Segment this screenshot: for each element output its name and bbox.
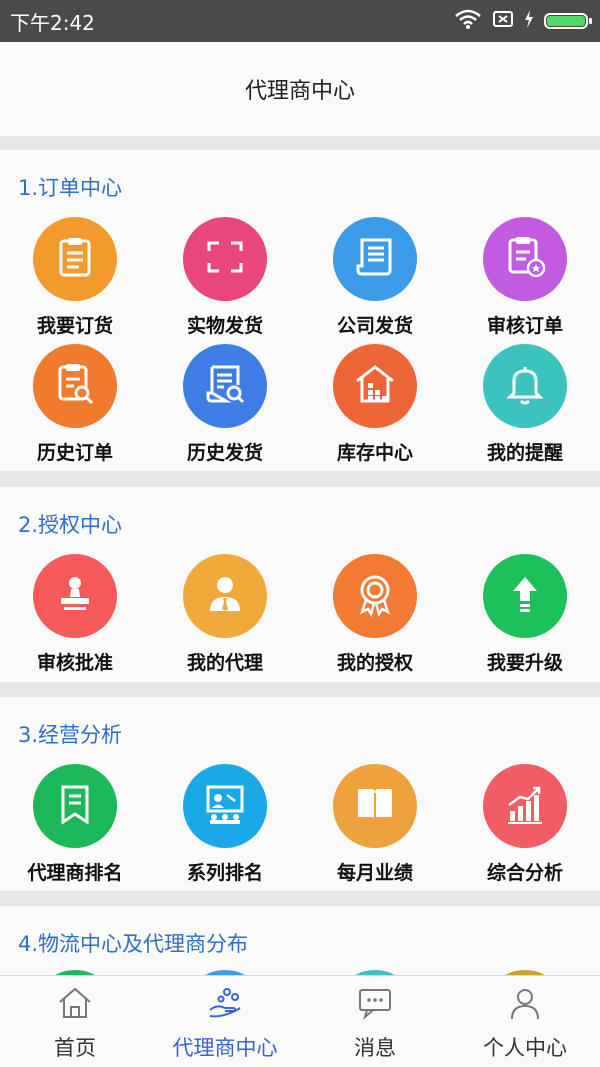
agent-ranking-circle	[33, 764, 117, 848]
order-goods-button[interactable]: 我要订货	[0, 217, 150, 338]
tab-home[interactable]: 首页	[0, 976, 150, 1067]
bar-chart-rise-icon	[502, 781, 548, 831]
company-shipment-circle	[333, 217, 417, 301]
upgrade-button[interactable]: 我要升级	[450, 554, 600, 675]
inventory-center-button[interactable]: 库存中心	[300, 344, 450, 465]
clipboard-icon	[53, 235, 97, 283]
comprehensive-analysis-button[interactable]: 综合分析	[450, 764, 600, 885]
item-label: 代理商排名	[27, 862, 123, 884]
status-bar: 下午2:42	[0, 0, 600, 42]
tab-profile[interactable]: 个人中心	[450, 976, 600, 1067]
item-label: 审核批准	[36, 652, 113, 674]
bottom-tab-bar: 首页 代理商中心 消息 个人中心	[0, 975, 600, 1067]
tab-label: 首页	[54, 1036, 96, 1060]
comprehensive-analysis-circle	[483, 764, 567, 848]
my-authorization-circle	[333, 554, 417, 638]
section-title: 3.经营分析	[18, 723, 123, 747]
review-approve-button[interactable]: 审核批准	[0, 554, 150, 675]
my-reminder-circle	[483, 344, 567, 428]
section-order-center: 1.订单中心 我要订货 实物发货 公司发货 审核订单 历史订单 历史发货 库存中…	[0, 150, 600, 471]
my-authorization-button[interactable]: 我的授权	[300, 554, 450, 675]
item-label: 我要订货	[36, 315, 113, 337]
section-title: 1.订单中心	[18, 176, 123, 200]
clipboard-badge-icon	[502, 234, 548, 284]
item-label: 我的提醒	[486, 442, 563, 464]
upgrade-circle	[483, 554, 567, 638]
review-approve-circle	[33, 554, 117, 638]
item-label: 系列排名	[186, 862, 263, 884]
review-order-button[interactable]: 审核订单	[450, 217, 600, 338]
my-reminder-button[interactable]: 我的提醒	[450, 344, 600, 465]
my-agent-circle	[183, 554, 267, 638]
scan-frame-icon	[203, 235, 247, 283]
page-header: 代理商中心	[0, 42, 600, 136]
tab-label: 消息	[354, 1036, 396, 1060]
item-label: 我的授权	[336, 652, 413, 674]
charging-icon	[524, 10, 534, 32]
section-title: 2.授权中心	[18, 513, 123, 537]
no-sim-icon	[492, 9, 514, 33]
review-order-circle	[483, 217, 567, 301]
item-label: 综合分析	[486, 862, 563, 884]
order-goods-circle	[33, 217, 117, 301]
my-agent-button[interactable]: 我的代理	[150, 554, 300, 675]
wifi-icon	[454, 9, 482, 33]
item-label: 历史订单	[36, 442, 113, 464]
item-label: 每月业绩	[336, 862, 413, 884]
tab-messages[interactable]: 消息	[300, 976, 450, 1067]
stamp-icon	[52, 571, 98, 621]
agent-hand-icon	[207, 986, 243, 1024]
scroll-search-icon	[202, 361, 248, 411]
person-tie-icon	[202, 571, 248, 621]
physical-shipment-circle	[183, 217, 267, 301]
bookmark-list-icon	[52, 781, 98, 831]
section-business-analysis: 3.经营分析 代理商排名 系列排名 每月业绩 综合分析	[0, 697, 600, 891]
section-title: 4.物流中心及代理商分布	[18, 932, 249, 956]
warehouse-icon	[352, 361, 398, 411]
section-authorization-center: 2.授权中心 审核批准 我的代理 我的授权 我要升级	[0, 487, 600, 682]
status-icons	[454, 9, 592, 33]
history-order-circle	[33, 344, 117, 428]
page-title: 代理商中心	[244, 79, 355, 104]
physical-shipment-button[interactable]: 实物发货	[150, 217, 300, 338]
series-ranking-circle	[183, 764, 267, 848]
tab-label: 代理商中心	[172, 1036, 278, 1060]
item-label: 实物发货	[186, 315, 263, 337]
item-label: 审核订单	[486, 315, 563, 337]
item-label: 库存中心	[336, 442, 413, 464]
tab-agent-center[interactable]: 代理商中心	[150, 976, 300, 1067]
series-ranking-button[interactable]: 系列排名	[150, 764, 300, 885]
upgrade-arrow-icon	[502, 571, 548, 621]
agent-ranking-button[interactable]: 代理商排名	[0, 764, 150, 885]
item-label: 历史发货	[186, 442, 263, 464]
tab-label: 个人中心	[483, 1036, 567, 1060]
status-time: 下午2:42	[10, 10, 95, 35]
scroll-list-icon	[352, 234, 398, 284]
message-icon	[357, 986, 393, 1024]
item-label: 公司发货	[336, 315, 413, 337]
history-shipment-circle	[183, 344, 267, 428]
history-order-button[interactable]: 历史订单	[0, 344, 150, 465]
award-badge-icon	[352, 571, 398, 621]
item-label: 我要升级	[486, 652, 563, 674]
open-book-icon	[352, 781, 398, 831]
history-shipment-button[interactable]: 历史发货	[150, 344, 300, 465]
monthly-performance-button[interactable]: 每月业绩	[300, 764, 450, 885]
battery-icon	[544, 13, 592, 29]
clipboard-search-icon	[52, 361, 98, 411]
bell-icon	[502, 361, 548, 411]
user-icon	[507, 986, 543, 1024]
item-label: 我的代理	[186, 652, 263, 674]
presentation-icon	[202, 781, 248, 831]
home-icon	[57, 986, 93, 1024]
section-logistics-center: 4.物流中心及代理商分布	[0, 906, 600, 976]
inventory-center-circle	[333, 344, 417, 428]
company-shipment-button[interactable]: 公司发货	[300, 217, 450, 338]
monthly-performance-circle	[333, 764, 417, 848]
